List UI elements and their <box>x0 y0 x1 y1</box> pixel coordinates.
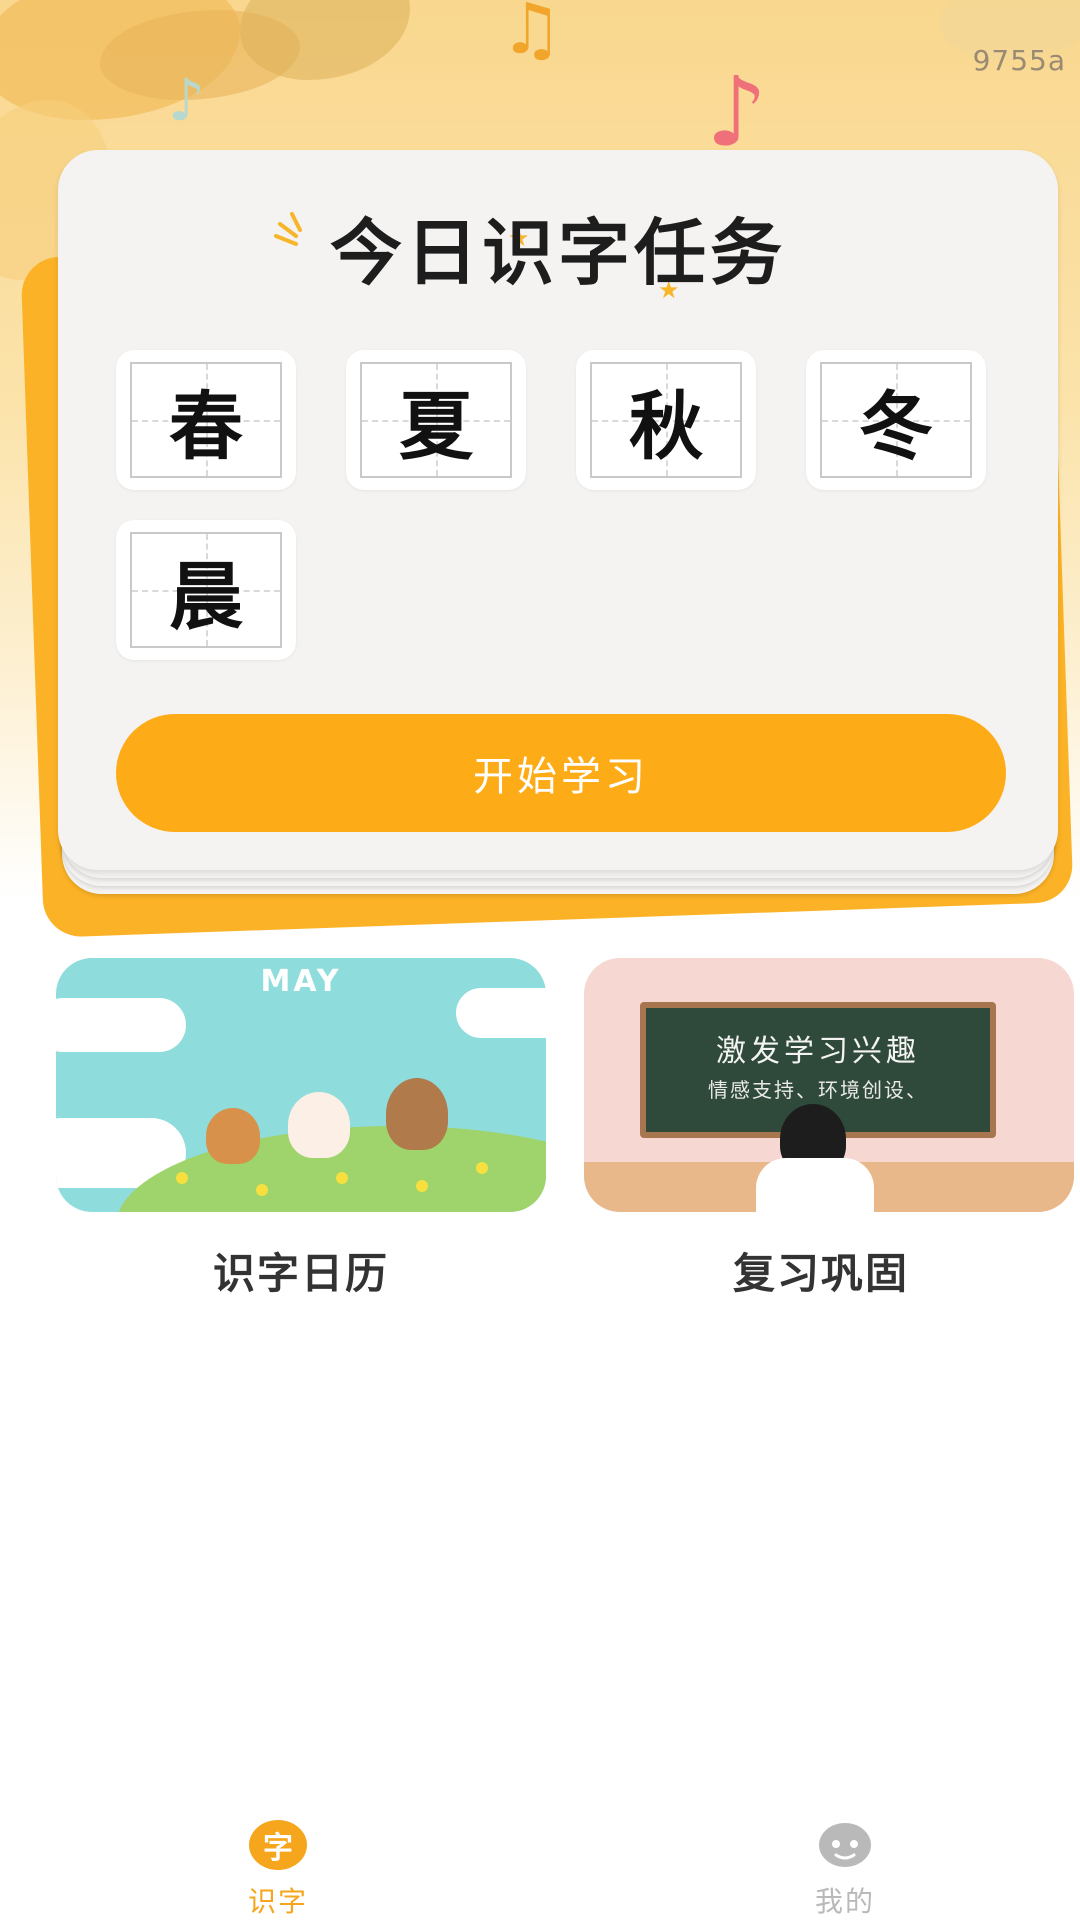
character-text: 夏 <box>399 383 473 470</box>
blackboard-text: 激发学习兴趣 <box>716 1034 920 1069</box>
character-text: 春 <box>169 383 243 470</box>
flower-decoration <box>336 1172 348 1184</box>
nav-item-profile[interactable]: 我的 <box>775 1820 915 1920</box>
task-card-title: 今日识字任务 <box>329 211 786 295</box>
daily-task-card: ★ ★ 今日识字任务 春 夏 秋 冬 晨 开始学习 <box>58 150 1058 870</box>
music-note-icon: ♪ <box>168 66 206 134</box>
bear-illustration <box>386 1078 448 1150</box>
flower-decoration <box>176 1172 188 1184</box>
start-learning-button[interactable]: 开始学习 <box>116 714 1006 832</box>
cloud-decoration <box>56 998 186 1052</box>
leaf-decoration <box>240 0 410 80</box>
review-tile-label[interactable]: 复习巩固 <box>576 1240 1066 1301</box>
character-card[interactable]: 夏 <box>346 350 526 490</box>
character-card[interactable]: 春 <box>116 350 296 490</box>
bottom-navigation: 字 识字 我的 <box>0 1800 1080 1920</box>
fox-illustration <box>206 1108 260 1164</box>
bunny-illustration <box>288 1092 350 1158</box>
flower-decoration <box>416 1180 428 1192</box>
literacy-icon: 字 <box>249 1820 307 1870</box>
blackboard-subtext: 情感支持、环境创设、 <box>708 1078 928 1102</box>
character-card[interactable]: 秋 <box>576 350 756 490</box>
character-text: 晨 <box>169 553 243 640</box>
nav-label: 识字 <box>247 1885 308 1918</box>
nav-label: 我的 <box>814 1885 875 1918</box>
nav-item-literacy[interactable]: 字 识字 <box>208 1820 348 1920</box>
flower-decoration <box>476 1162 488 1174</box>
face-icon <box>816 1820 874 1870</box>
watermark-text: 9755a <box>972 44 1066 77</box>
character-text: 秋 <box>629 383 703 470</box>
student-body-illustration <box>756 1158 874 1212</box>
character-card[interactable]: 冬 <box>806 350 986 490</box>
music-note-icon: ♫ <box>500 0 563 70</box>
calendar-tile[interactable]: MAY <box>56 958 546 1212</box>
review-tile[interactable]: 激发学习兴趣 情感支持、环境创设、 <box>584 958 1074 1212</box>
character-card[interactable]: 晨 <box>116 520 296 660</box>
flower-decoration <box>256 1184 268 1196</box>
character-text: 冬 <box>859 383 933 470</box>
calendar-month-text: MAY <box>260 964 342 999</box>
calendar-tile-label[interactable]: 识字日历 <box>56 1240 546 1301</box>
